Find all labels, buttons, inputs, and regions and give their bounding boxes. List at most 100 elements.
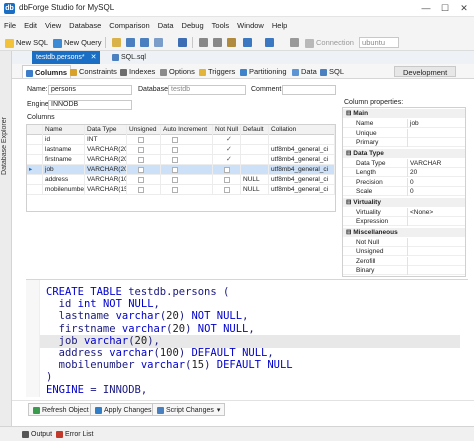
database-explorer-label[interactable]: Database Explorer: [1, 117, 11, 175]
name-field[interactable]: persons: [48, 85, 132, 95]
property-value[interactable]: 20: [407, 168, 464, 177]
checkbox[interactable]: [224, 187, 230, 193]
cell-name[interactable]: firstname: [43, 155, 85, 165]
cell-collation[interactable]: utf8mb4_general_ci: [269, 175, 335, 185]
row-indicator[interactable]: [27, 185, 43, 195]
cell-ai[interactable]: [161, 135, 213, 145]
checkbox[interactable]: [138, 187, 144, 193]
cell-type[interactable]: INT: [85, 135, 127, 145]
table-row[interactable]: firstname VARCHAR(20) ✓ utf8mb4_general_ci: [27, 155, 335, 165]
tab-partitioning[interactable]: Partitioning: [240, 65, 287, 78]
undo-icon[interactable]: [243, 38, 252, 47]
cell-type[interactable]: VARCHAR(20): [85, 165, 127, 175]
output-tab[interactable]: Output: [22, 429, 52, 440]
paste-icon[interactable]: [227, 38, 236, 47]
checkbox[interactable]: [138, 157, 144, 163]
header-data-type[interactable]: Data Type: [85, 125, 127, 135]
tab-triggers[interactable]: Triggers: [199, 65, 235, 78]
close-doc-icon[interactable]: [178, 38, 187, 47]
new-query-button[interactable]: New Query: [53, 36, 102, 49]
row-indicator[interactable]: ▸: [27, 165, 43, 175]
property-row[interactable]: Name job: [343, 119, 465, 128]
code-line[interactable]: address varchar(100) DEFAULT NULL,: [46, 347, 274, 360]
row-indicator[interactable]: [27, 135, 43, 145]
cell-name[interactable]: job: [43, 165, 85, 175]
menu-database[interactable]: Database: [65, 17, 105, 34]
error-list-tab[interactable]: Error List: [56, 429, 93, 440]
header-auto-increment[interactable]: Auto Increment: [161, 125, 213, 135]
checkbox[interactable]: [172, 177, 178, 183]
menu-file[interactable]: File: [0, 17, 20, 34]
copy-icon[interactable]: [213, 38, 222, 47]
checkbox[interactable]: [172, 187, 178, 193]
property-section-header[interactable]: ⊟ Virtuality: [343, 197, 465, 207]
menu-help[interactable]: Help: [268, 17, 291, 34]
property-value[interactable]: <None>: [407, 207, 464, 217]
row-indicator[interactable]: [27, 145, 43, 155]
connection-dropdown[interactable]: ubuntu: [359, 37, 400, 48]
tab-options[interactable]: Options: [160, 65, 195, 78]
menu-debug[interactable]: Debug: [178, 17, 208, 34]
chevron-down-icon[interactable]: ▾: [217, 407, 221, 414]
tab-sql-view[interactable]: SQL: [320, 65, 344, 78]
property-value[interactable]: [407, 266, 464, 275]
code-line[interactable]: job varchar(20),: [40, 334, 460, 348]
property-value[interactable]: job: [407, 119, 464, 128]
checkbox[interactable]: [138, 167, 144, 173]
development-button[interactable]: Development: [394, 66, 457, 77]
table-row[interactable]: ▸ job VARCHAR(20) utf8mb4_general_ci: [27, 165, 335, 175]
cell-unsigned[interactable]: [127, 165, 161, 175]
menu-data[interactable]: Data: [154, 17, 178, 34]
open-folder-icon[interactable]: [112, 38, 121, 47]
cell-name[interactable]: id: [43, 135, 85, 145]
new-sql-button[interactable]: New SQL: [5, 36, 48, 49]
save-all-icon[interactable]: [140, 38, 149, 47]
property-value[interactable]: VARCHAR: [407, 158, 464, 168]
property-row[interactable]: Unsigned: [343, 247, 465, 256]
checkbox[interactable]: [172, 137, 178, 143]
property-row[interactable]: Scale 0: [343, 187, 465, 196]
cell-unsigned[interactable]: [127, 135, 161, 145]
table-row[interactable]: mobilenumber VARCHAR(15) NULL utf8mb4_gener…: [27, 185, 335, 195]
redo-icon[interactable]: [265, 38, 274, 47]
header-name[interactable]: Name: [43, 125, 85, 135]
checkbox[interactable]: [224, 167, 230, 173]
header-default[interactable]: Default: [241, 125, 269, 135]
header-unsigned[interactable]: Unsigned: [127, 125, 161, 135]
connection-selector[interactable]: Connection ubuntu: [305, 36, 400, 49]
property-value[interactable]: [407, 217, 464, 226]
save-icon[interactable]: [126, 38, 135, 47]
property-section-header[interactable]: ⊟ Data Type: [343, 148, 465, 158]
cell-unsigned[interactable]: [127, 175, 161, 185]
apply-changes-button[interactable]: Apply Changes: [90, 403, 157, 416]
property-row[interactable]: Length 20: [343, 168, 465, 177]
code-line[interactable]: id int NOT NULL,: [46, 298, 160, 311]
property-section-header[interactable]: ⊟ Main: [343, 109, 465, 118]
cut-icon[interactable]: [199, 38, 208, 47]
property-row[interactable]: Data Type VARCHAR: [343, 158, 465, 168]
script-changes-button[interactable]: Script Changes ▾: [152, 403, 226, 416]
maximize-button[interactable]: ☐: [436, 1, 454, 16]
cell-ai[interactable]: [161, 175, 213, 185]
checkbox[interactable]: [172, 147, 178, 153]
property-value[interactable]: [407, 247, 464, 256]
cell-collation[interactable]: utf8mb4_general_ci: [269, 185, 335, 195]
code-line[interactable]: firstname varchar(20) NOT NULL,: [46, 323, 255, 336]
cell-default[interactable]: [241, 155, 269, 165]
table-row[interactable]: id INT ✓: [27, 135, 335, 145]
cell-unsigned[interactable]: [127, 155, 161, 165]
minimize-button[interactable]: —: [417, 1, 435, 16]
property-section-header[interactable]: ⊟ Miscellaneous: [343, 227, 465, 237]
property-row[interactable]: Primary: [343, 138, 465, 147]
property-value[interactable]: 0: [407, 187, 464, 196]
cell-collation[interactable]: utf8mb4_general_ci: [269, 145, 335, 155]
property-row[interactable]: Not Null: [343, 237, 465, 247]
tab-data[interactable]: Data: [292, 65, 317, 78]
cell-ai[interactable]: [161, 155, 213, 165]
menu-edit[interactable]: Edit: [20, 17, 41, 34]
cell-ai[interactable]: [161, 165, 213, 175]
menu-tools[interactable]: Tools: [208, 17, 234, 34]
tab-sql[interactable]: SQL.sql: [108, 51, 150, 64]
tab-constraints[interactable]: Constraints: [70, 65, 117, 78]
row-indicator[interactable]: [27, 155, 43, 165]
